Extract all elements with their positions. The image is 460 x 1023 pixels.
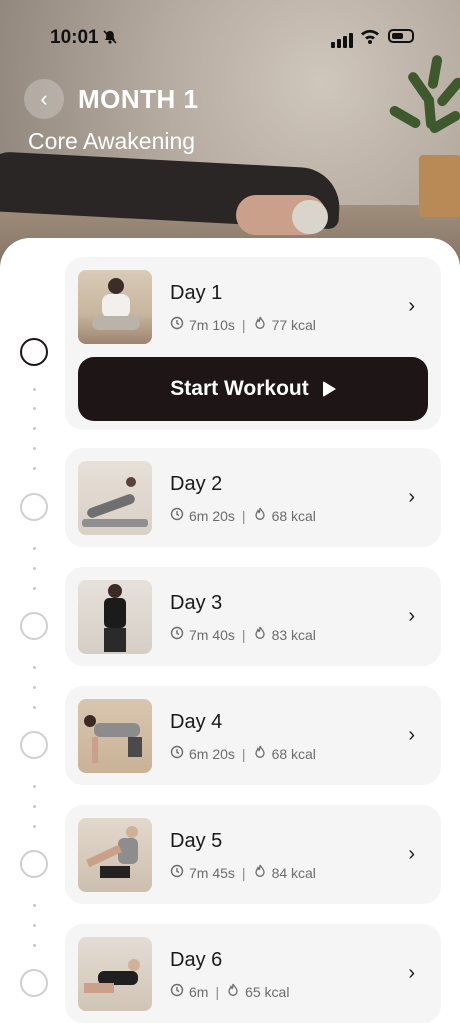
- workout-thumbnail: [78, 699, 152, 773]
- chevron-right-icon: ›: [408, 843, 415, 865]
- chevron-right-icon: ›: [408, 605, 415, 627]
- day-meta: 6m 20s | 68 kcal: [170, 745, 316, 762]
- wifi-icon: [360, 28, 380, 44]
- duration: 6m 20s: [189, 507, 235, 524]
- day-title: Day 1: [170, 282, 223, 304]
- flame-icon: [226, 983, 240, 1000]
- bell-muted-icon: [102, 29, 118, 50]
- timeline-step: [20, 612, 48, 640]
- day-card[interactable]: Day 1 7m 10s | 77 kcal › Start Workout: [65, 257, 441, 430]
- clock-icon: [170, 626, 184, 643]
- clock-icon: [170, 507, 184, 524]
- day-card[interactable]: Day 5 7m 45s | 84 kcal ›: [65, 805, 441, 904]
- play-icon: [322, 381, 336, 397]
- flame-icon: [253, 507, 267, 524]
- day-card[interactable]: Day 4 6m 20s | 68 kcal ›: [65, 686, 441, 785]
- day-title: Day 6: [170, 949, 223, 971]
- flame-icon: [253, 316, 267, 333]
- status-time: 10:01: [50, 27, 99, 48]
- status-bar: 10:01: [0, 0, 460, 75]
- back-button[interactable]: ‹: [24, 79, 64, 119]
- duration: 6m: [189, 983, 209, 1000]
- signal-icon: [331, 30, 355, 48]
- timeline-step: [20, 493, 48, 521]
- day-card[interactable]: Day 3 7m 40s | 83 kcal ›: [65, 567, 441, 666]
- clock-icon: [170, 745, 184, 762]
- day-title: Day 2: [170, 473, 223, 495]
- clock-icon: [170, 983, 184, 1000]
- timeline-step-active: [20, 338, 48, 366]
- calories: 84 kcal: [271, 864, 316, 881]
- clock-icon: [170, 316, 184, 333]
- chevron-right-icon: ›: [408, 962, 415, 984]
- flame-icon: [253, 626, 267, 643]
- day-meta: 7m 40s | 83 kcal: [170, 626, 316, 643]
- day-card[interactable]: Day 6 6m | 65 kcal ›: [65, 924, 441, 1023]
- calories: 68 kcal: [271, 507, 316, 524]
- day-meta: 7m 45s | 84 kcal: [170, 864, 316, 881]
- calories: 83 kcal: [271, 626, 316, 643]
- workout-thumbnail: [78, 461, 152, 535]
- duration: 6m 20s: [189, 745, 235, 762]
- day-meta: 6m | 65 kcal: [170, 983, 289, 1000]
- flame-icon: [253, 745, 267, 762]
- workout-thumbnail: [78, 818, 152, 892]
- timeline-step: [20, 969, 48, 997]
- start-workout-button[interactable]: Start Workout: [78, 357, 428, 421]
- workout-thumbnail: [78, 580, 152, 654]
- flame-icon: [253, 864, 267, 881]
- chevron-left-icon: ‹: [40, 86, 48, 111]
- calories: 77 kcal: [271, 316, 316, 333]
- calories: 68 kcal: [271, 745, 316, 762]
- duration: 7m 45s: [189, 864, 235, 881]
- timeline-step: [20, 731, 48, 759]
- duration: 7m 10s: [189, 316, 235, 333]
- day-title: Day 4: [170, 711, 223, 733]
- clock-icon: [170, 864, 184, 881]
- day-meta: 7m 10s | 77 kcal: [170, 316, 316, 333]
- chevron-right-icon: ›: [408, 295, 415, 317]
- duration: 7m 40s: [189, 626, 235, 643]
- battery-icon: [388, 29, 414, 43]
- page-subtitle: Core Awakening: [28, 128, 196, 154]
- chevron-right-icon: ›: [408, 724, 415, 746]
- day-title: Day 5: [170, 830, 223, 852]
- day-meta: 6m 20s | 68 kcal: [170, 507, 316, 524]
- timeline-step: [20, 850, 48, 878]
- workout-thumbnail: [78, 270, 152, 344]
- calories: 65 kcal: [245, 983, 290, 1000]
- page-title: MONTH 1: [78, 84, 199, 114]
- day-title: Day 3: [170, 592, 223, 614]
- chevron-right-icon: ›: [408, 486, 415, 508]
- start-workout-label: Start Workout: [170, 377, 309, 400]
- day-card[interactable]: Day 2 6m 20s | 68 kcal ›: [65, 448, 441, 547]
